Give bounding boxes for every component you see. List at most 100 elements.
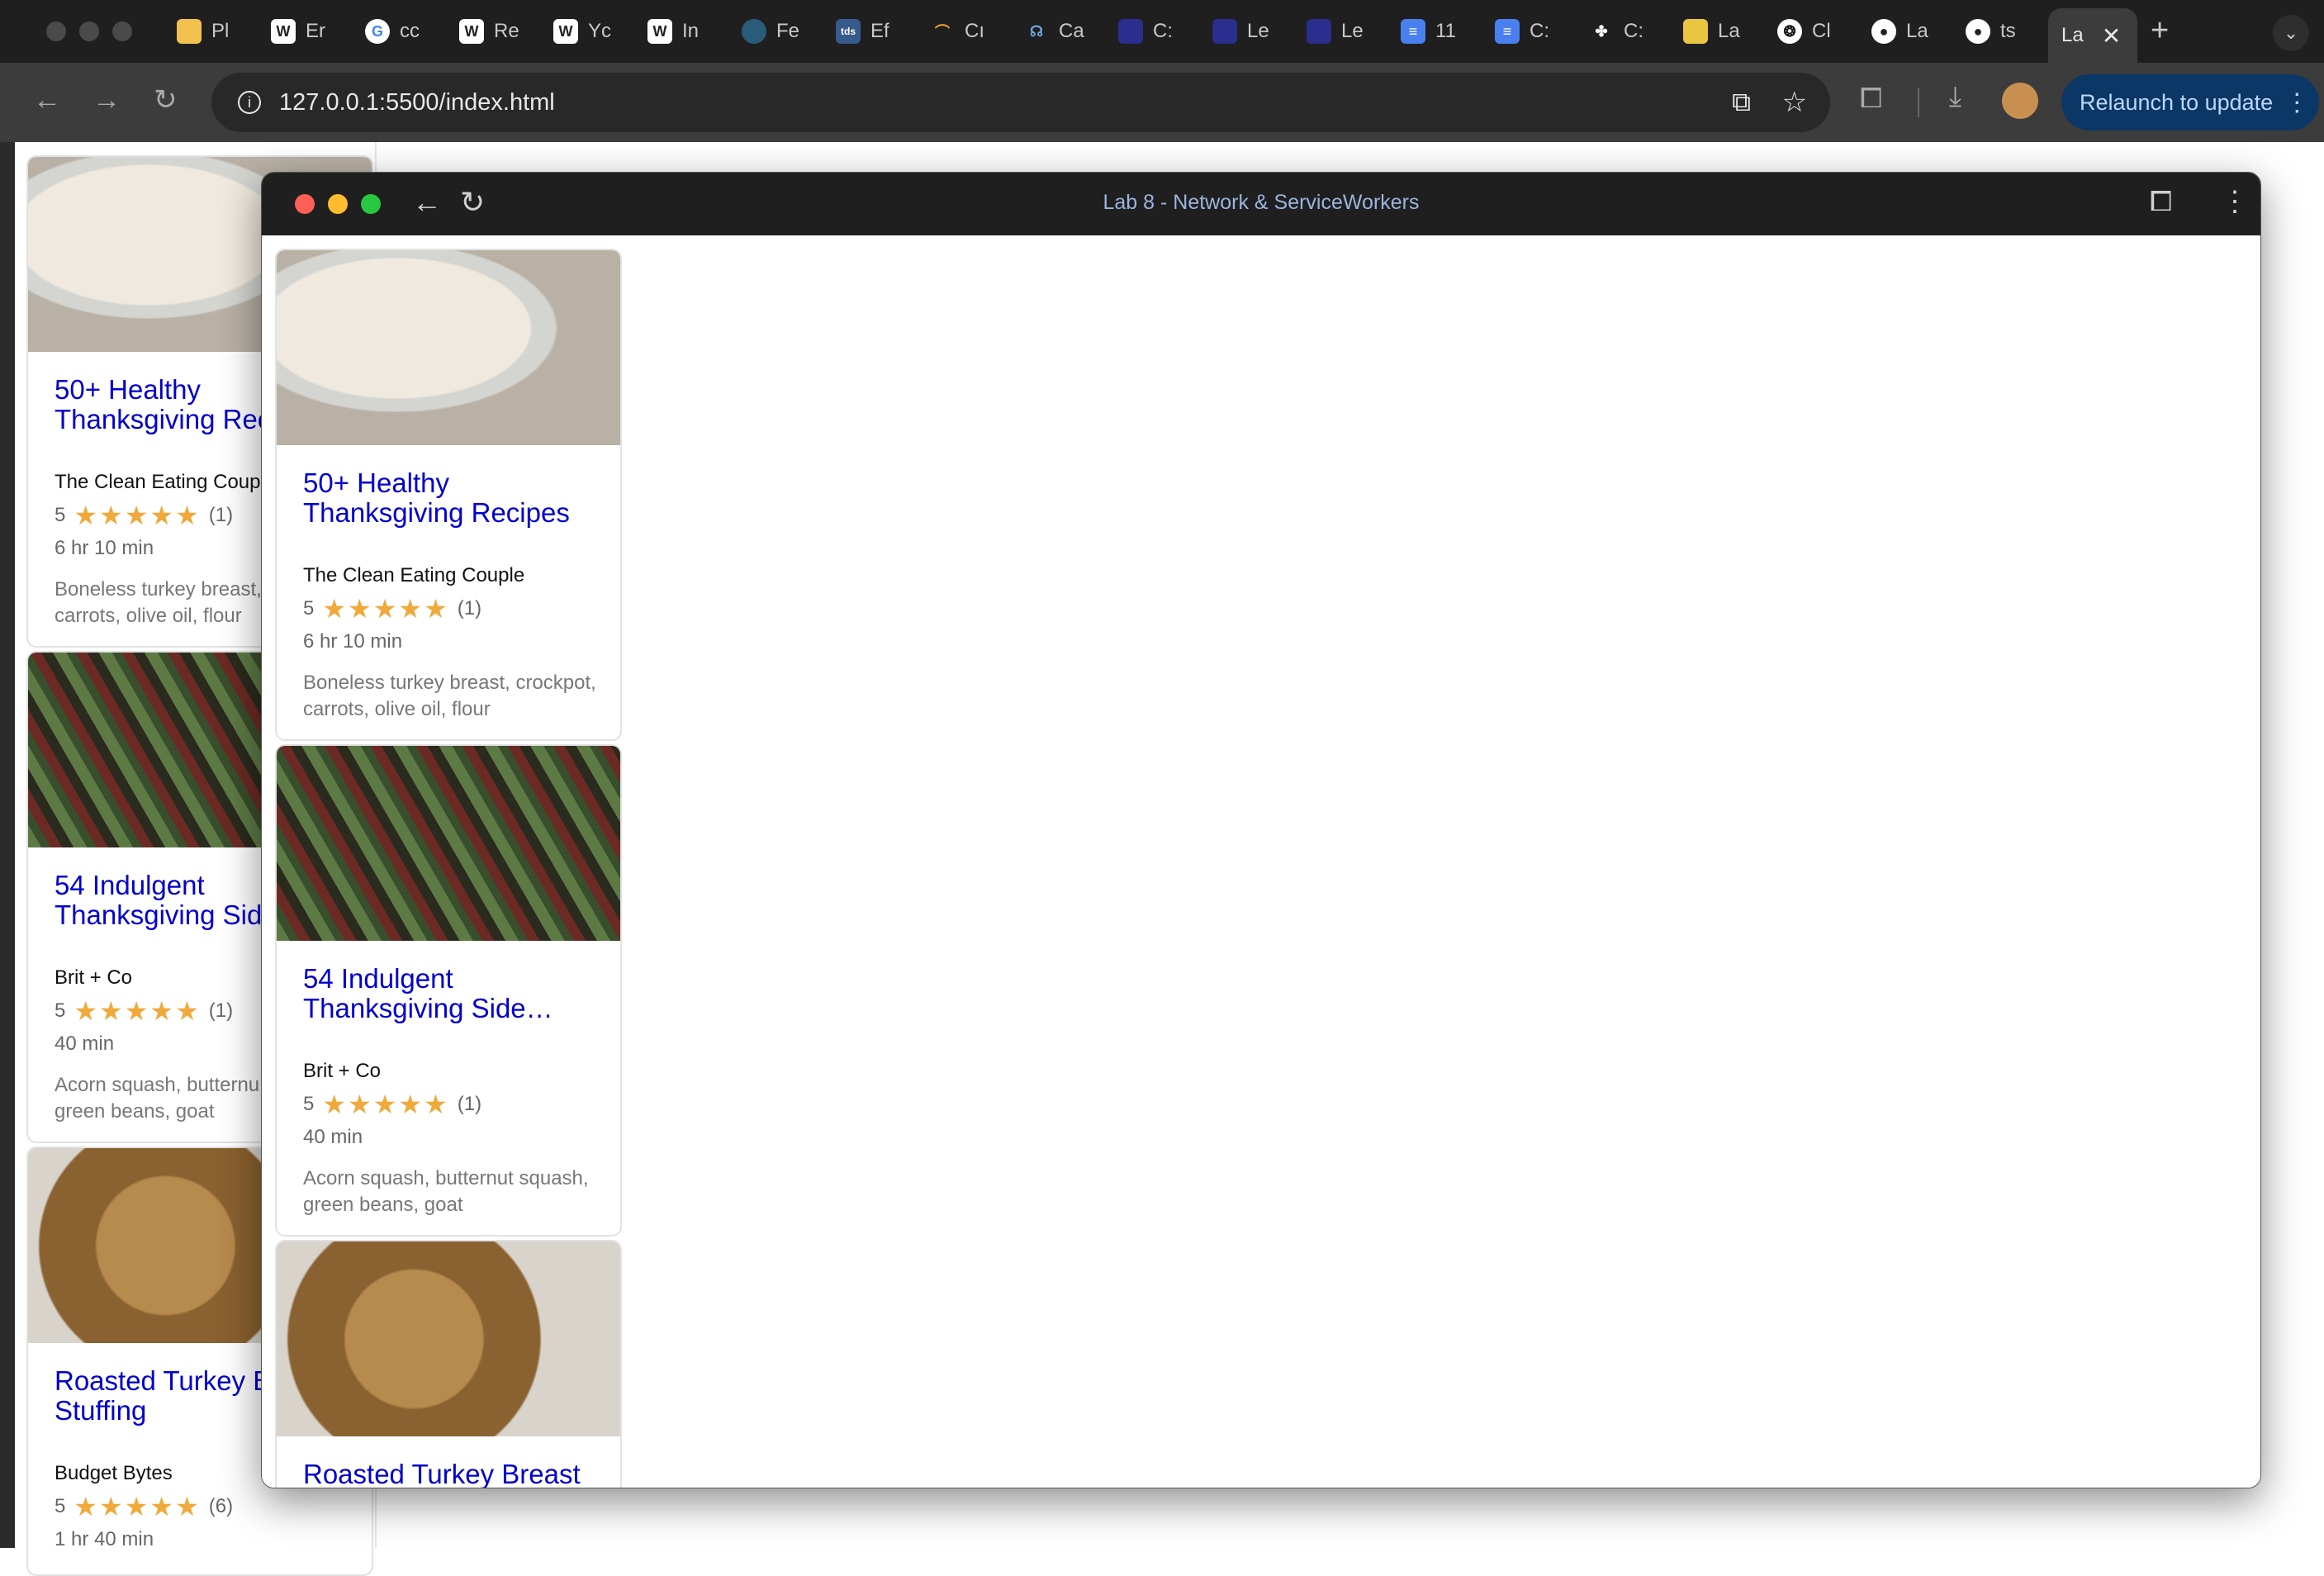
recipe-rating: 5 ★★★★★ (1) bbox=[303, 1091, 481, 1118]
stripes-icon bbox=[1683, 19, 1708, 44]
site-info-icon[interactable]: i bbox=[238, 91, 261, 114]
recipe-time: 40 min bbox=[303, 1126, 363, 1148]
google-icon: G bbox=[365, 19, 390, 44]
window-zoom-button[interactable] bbox=[112, 21, 132, 41]
left-dock-strip bbox=[0, 142, 15, 1548]
tab-label: Ef bbox=[870, 20, 889, 42]
recipe-title-link[interactable]: 50+ Healthy Thanksgiving Recipes bbox=[303, 468, 600, 528]
recipe-ingredients: Acorn squash, butternut squash, green be… bbox=[303, 1167, 589, 1216]
kebab-menu-icon[interactable]: ⋮ bbox=[2284, 88, 2309, 117]
browser-tab[interactable]: C: bbox=[1118, 15, 1184, 48]
close-tab-icon[interactable]: ✕ bbox=[2102, 22, 2121, 50]
github-icon: ● bbox=[1871, 19, 1896, 44]
rating-value: 5 bbox=[303, 1093, 315, 1115]
wikipedia-icon: W bbox=[647, 19, 672, 44]
popup-title-bar: ← ↻ Lab 8 - Network & ServiceWorkers ⧠ ⋮ bbox=[262, 173, 2260, 235]
browser-tab[interactable]: Pl bbox=[177, 15, 243, 48]
browser-tab[interactable]: W Re bbox=[459, 15, 525, 48]
headphones-icon: ☊ bbox=[1030, 22, 1043, 40]
recipe-thumbnail bbox=[277, 250, 620, 445]
popup-window: ← ↻ Lab 8 - Network & ServiceWorkers ⧠ ⋮… bbox=[261, 172, 2261, 1488]
recipe-org: The Clean Eating Couple bbox=[303, 564, 525, 586]
recipe-rating: 5 ★★★★★ (1) bbox=[55, 998, 233, 1024]
recipe-rating: 5 ★★★★★ (1) bbox=[55, 502, 233, 529]
new-tab-button[interactable]: + bbox=[2151, 15, 2169, 46]
rating-value: 5 bbox=[55, 504, 66, 526]
bookmark-star-icon[interactable]: ☆ bbox=[1782, 86, 1807, 119]
wikipedia-icon: W bbox=[553, 19, 578, 44]
window-close-button[interactable] bbox=[46, 21, 66, 41]
browser-tab[interactable]: W Yc bbox=[553, 15, 619, 48]
wikipedia-icon: W bbox=[271, 19, 296, 44]
browser-tab[interactable]: La bbox=[1683, 15, 1749, 48]
profile-avatar[interactable] bbox=[2002, 83, 2038, 119]
recipe-card[interactable]: 50+ Healthy Thanksgiving Recipes The Cle… bbox=[275, 249, 622, 741]
rating-value: 5 bbox=[303, 597, 315, 619]
tab-search-chevron-icon[interactable]: ⌄ bbox=[2273, 15, 2309, 51]
browser-tab[interactable]: ⌒ Cı bbox=[930, 15, 996, 48]
browser-tab[interactable]: Le bbox=[1307, 15, 1373, 48]
browser-tab[interactable]: ❂ Cl bbox=[1777, 15, 1843, 48]
tds-icon: tds bbox=[836, 19, 861, 44]
recipe-thumbnail bbox=[277, 746, 620, 941]
recipe-title-link[interactable]: 54 Indulgent Thanksgiving Side… bbox=[303, 964, 600, 1023]
browser-tab[interactable]: Le bbox=[1212, 15, 1278, 48]
pinwheel-icon: ✤ bbox=[1595, 22, 1608, 40]
tab-label: In bbox=[682, 20, 700, 42]
browser-tab[interactable]: ● ts bbox=[1966, 15, 2032, 48]
recipe-rating: 5 ★★★★★ (1) bbox=[303, 596, 481, 622]
tab-label: Fe bbox=[776, 20, 800, 42]
openai-icon: ❂ bbox=[1777, 19, 1802, 44]
tab-label: La bbox=[1906, 20, 1928, 42]
back-arrow-icon[interactable]: ← bbox=[33, 86, 61, 114]
rating-value: 5 bbox=[55, 1495, 66, 1517]
recipe-title-link[interactable]: Roasted Turkey Breast bbox=[303, 1460, 600, 1488]
browser-tab[interactable]: W In bbox=[647, 15, 714, 48]
open-in-window-icon[interactable]: ⧉ bbox=[1732, 87, 1751, 118]
browser-tab[interactable]: ☊ Ca bbox=[1024, 15, 1090, 48]
address-bar[interactable]: i 127.0.0.1:5500/index.html ⧉ ☆ bbox=[211, 73, 1830, 132]
browser-tab[interactable]: Fe bbox=[742, 15, 808, 48]
toolbar-divider bbox=[1918, 88, 1919, 117]
tab-label: ts bbox=[2000, 20, 2016, 42]
github-icon: ● bbox=[1966, 19, 1990, 44]
popup-menu-icon[interactable]: ⋮ bbox=[2221, 188, 2249, 216]
docs-icon: ≡ bbox=[1401, 19, 1425, 44]
browser-tab[interactable]: W Er bbox=[271, 15, 337, 48]
url-text[interactable]: 127.0.0.1:5500/index.html bbox=[279, 89, 555, 116]
tab-favicon-icon bbox=[177, 19, 202, 44]
popup-extensions-icon[interactable]: ⧠ bbox=[2150, 188, 2172, 216]
rating-count: (6) bbox=[208, 1495, 234, 1517]
rating-count: (1) bbox=[457, 597, 482, 619]
active-tab[interactable]: La ✕ bbox=[2048, 8, 2137, 63]
tab-label: La bbox=[2061, 24, 2084, 46]
rating-count: (1) bbox=[457, 1093, 482, 1115]
browser-tab[interactable]: ✤ C: bbox=[1589, 15, 1655, 48]
reload-icon[interactable]: ↻ bbox=[154, 86, 178, 114]
extensions-puzzle-icon[interactable]: ⧠ bbox=[1860, 84, 1882, 112]
browser-tab[interactable]: Gcc bbox=[365, 15, 431, 48]
relaunch-button[interactable]: Relaunch to update ⋮ bbox=[2061, 74, 2319, 131]
recipe-card[interactable]: Roasted Turkey Breast bbox=[275, 1240, 622, 1488]
recipe-org: Brit + Co bbox=[303, 1060, 382, 1082]
star-rating-icon: ★★★★★ bbox=[322, 594, 449, 624]
forward-arrow-icon[interactable]: → bbox=[92, 86, 121, 114]
recipe-org: The Clean Eating Coup bbox=[55, 471, 261, 493]
tab-label: C: bbox=[1153, 20, 1173, 42]
browser-tab[interactable]: ● La bbox=[1871, 15, 1937, 48]
recipe-org: Brit + Co bbox=[55, 966, 133, 989]
browser-tab[interactable]: tds Ef bbox=[836, 15, 902, 48]
popup-title: Lab 8 - Network & ServiceWorkers bbox=[1103, 191, 1420, 214]
window-minimize-button[interactable] bbox=[79, 21, 99, 41]
download-icon[interactable]: ⤓ bbox=[1949, 83, 1961, 111]
tab-label: cc bbox=[400, 20, 420, 42]
tab-label: Er bbox=[306, 20, 325, 42]
browser-tab[interactable]: ≡ C: bbox=[1495, 15, 1561, 48]
tab-label: Le bbox=[1341, 20, 1364, 42]
browser-tab[interactable]: ≡ 11 bbox=[1401, 15, 1467, 48]
recipe-card[interactable]: 54 Indulgent Thanksgiving Side… Brit + C… bbox=[275, 744, 622, 1237]
star-rating-icon: ★★★★★ bbox=[74, 501, 201, 530]
amazon-icon: ⌒ bbox=[935, 24, 950, 40]
recipe-rating: 5 ★★★★★ (6) bbox=[55, 1493, 233, 1520]
recipe-time: 40 min bbox=[55, 1032, 115, 1055]
